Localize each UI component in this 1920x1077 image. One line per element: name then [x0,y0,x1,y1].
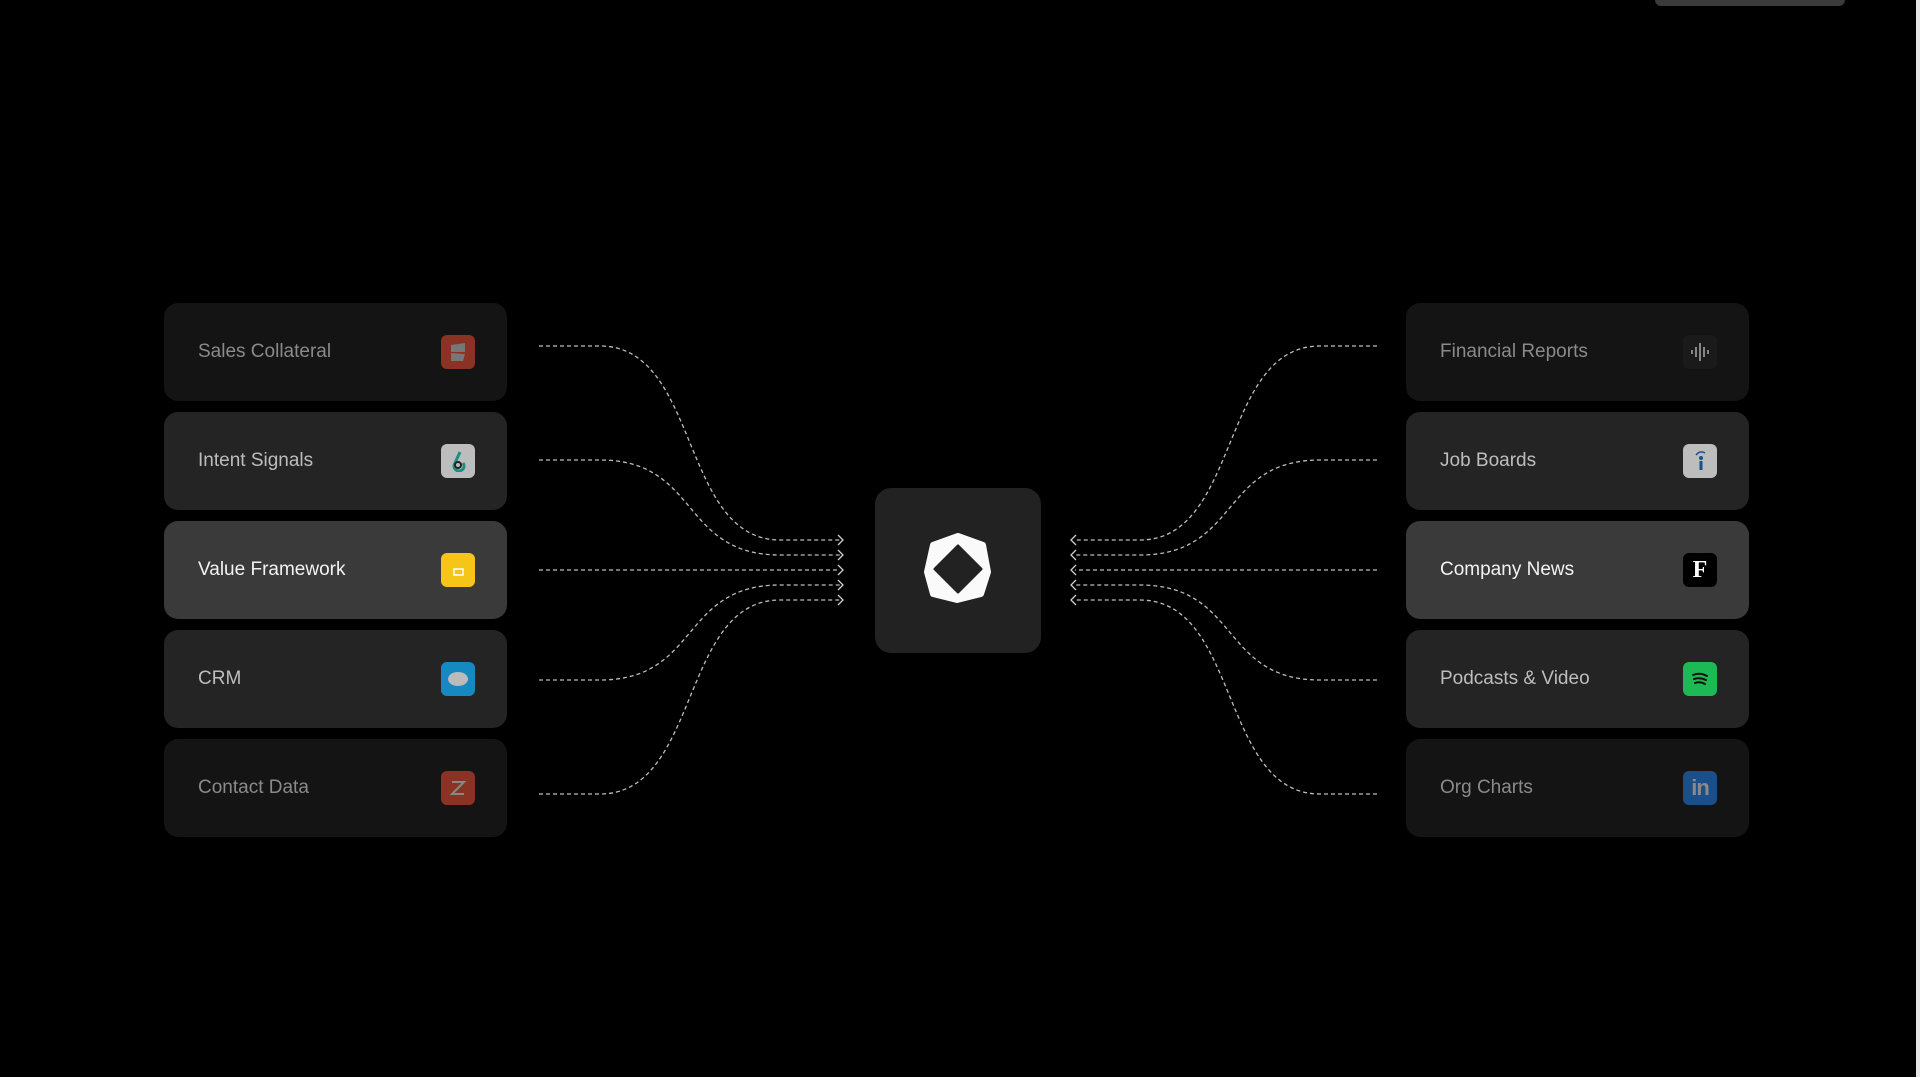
hub-logo-icon [924,533,991,603]
source-label: Company News [1440,559,1575,580]
source-label: Intent Signals [198,450,314,471]
connector-line [1075,345,1377,541]
source-label: CRM [198,668,242,689]
zoominfo-icon [441,771,475,805]
salesforce-cloud-icon [441,662,475,696]
source-card[interactable]: Contact Data [164,739,507,837]
audio-waveform-icon [1683,335,1717,369]
source-card[interactable]: Value Framework [164,521,507,619]
source-label: Contact Data [198,777,309,798]
connector-line [1075,599,1377,795]
highspot-icon [441,335,475,369]
source-label: Org Charts [1440,777,1533,798]
arrow-left-icon [1070,594,1077,606]
linkedin-icon: in [1683,771,1717,805]
hub-node[interactable] [875,488,1041,653]
indeed-icon [1683,444,1717,478]
source-card[interactable]: Sales Collateral [164,303,507,401]
source-card[interactable]: Intent Signals [164,412,507,510]
connector-line [539,599,840,795]
source-card[interactable]: Company News F [1406,521,1749,619]
source-card[interactable]: CRM [164,630,507,728]
google-slides-icon [441,553,475,587]
spotify-icon [1683,662,1717,696]
source-label: Job Boards [1440,450,1537,471]
source-card[interactable]: Job Boards [1406,412,1749,510]
source-label: Value Framework [198,559,346,580]
connector-line [539,584,840,681]
intent-drop-icon [441,444,475,478]
arrow-right-icon [837,564,844,576]
source-label: Sales Collateral [198,341,332,362]
connector-line [1075,459,1377,556]
source-label: Financial Reports [1440,341,1588,362]
connector-line [1075,584,1377,681]
connector-line [539,459,840,556]
connector-line [539,345,840,541]
source-card[interactable]: Org Charts in [1406,739,1749,837]
forbes-f-icon: F [1683,553,1717,587]
arrow-left-icon [1070,579,1077,591]
source-card[interactable]: Financial Reports [1406,303,1749,401]
arrow-left-icon [1070,534,1077,546]
source-card[interactable]: Podcasts & Video [1406,630,1749,728]
source-label: Podcasts & Video [1440,668,1590,689]
arrow-left-icon [1070,549,1077,561]
